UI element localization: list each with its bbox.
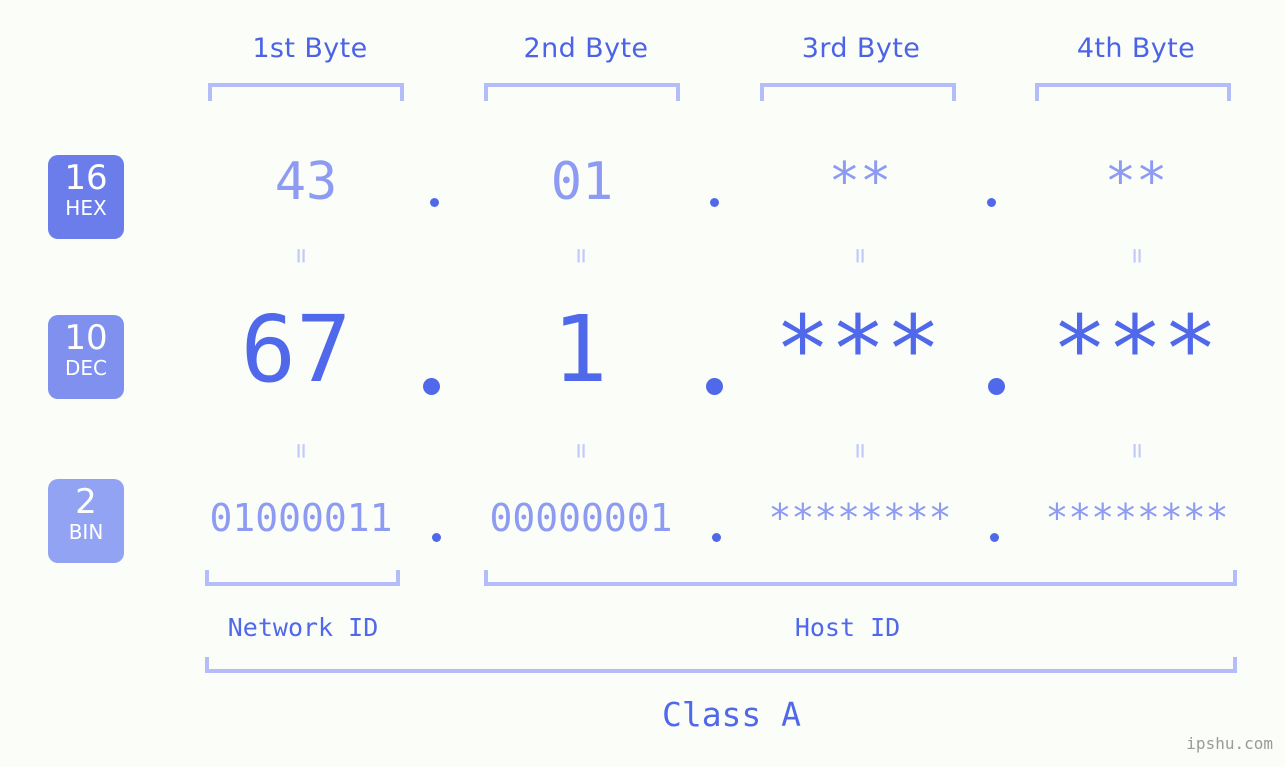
ip-byte-breakdown-diagram: 1st Byte 2nd Byte 3rd Byte 4th Byte 16 H… — [0, 0, 1285, 767]
host-id-label: Host ID — [794, 613, 901, 642]
equals-hex-dec-3: = — [845, 248, 875, 262]
equals-dec-bin-3: = — [845, 443, 875, 457]
byte-header-4: 4th Byte — [1076, 33, 1196, 64]
site-watermark: ipshu.com — [1186, 734, 1273, 753]
host-id-bracket — [484, 570, 1237, 586]
byte-header-bracket-2 — [484, 83, 680, 101]
byte-header-bracket-3 — [760, 83, 956, 101]
bin-byte-3: ******** — [768, 496, 952, 540]
equals-dec-bin-2: = — [566, 443, 596, 457]
bin-byte-4: ******** — [1045, 496, 1229, 540]
dec-byte-4: *** — [1051, 296, 1219, 403]
byte-header-1: 1st Byte — [252, 33, 368, 64]
equals-dec-bin-1: = — [286, 443, 316, 457]
radix-badge-dec[interactable]: 10 DEC — [48, 315, 124, 399]
bin-separator-3 — [990, 533, 999, 542]
class-bracket — [205, 657, 1237, 673]
radix-badge-hex-number: 16 — [64, 158, 108, 198]
hex-separator-1 — [430, 198, 439, 207]
dec-byte-3: *** — [774, 296, 942, 403]
bin-separator-2 — [712, 533, 721, 542]
radix-badge-bin-label: BIN — [68, 520, 104, 544]
bin-separator-1 — [432, 533, 441, 542]
equals-dec-bin-4: = — [1122, 443, 1152, 457]
network-id-bracket — [205, 570, 400, 586]
hex-byte-1: 43 — [274, 152, 338, 212]
hex-separator-2 — [710, 198, 719, 207]
radix-badge-bin-number: 2 — [75, 482, 97, 522]
network-id-label: Network ID — [227, 613, 379, 642]
bin-byte-2: 00000001 — [489, 496, 673, 540]
byte-header-3: 3rd Byte — [801, 33, 921, 64]
hex-byte-3: ** — [828, 152, 892, 212]
dec-byte-1: 67 — [240, 296, 352, 403]
byte-header-bracket-4 — [1035, 83, 1231, 101]
hex-byte-2: 01 — [550, 152, 614, 212]
hex-separator-3 — [987, 198, 996, 207]
dec-separator-1 — [423, 378, 440, 395]
dec-separator-2 — [706, 378, 723, 395]
byte-header-2: 2nd Byte — [523, 33, 649, 64]
equals-hex-dec-1: = — [286, 248, 316, 262]
radix-badge-bin[interactable]: 2 BIN — [48, 479, 124, 563]
dec-separator-3 — [988, 378, 1005, 395]
radix-badge-hex[interactable]: 16 HEX — [48, 155, 124, 239]
radix-badge-hex-label: HEX — [65, 196, 107, 220]
class-label: Class A — [661, 695, 802, 734]
hex-byte-4: ** — [1104, 152, 1168, 212]
equals-hex-dec-4: = — [1122, 248, 1152, 262]
radix-badge-dec-label: DEC — [64, 356, 107, 380]
radix-badge-dec-number: 10 — [64, 318, 108, 358]
bin-byte-1: 01000011 — [209, 496, 393, 540]
byte-header-bracket-1 — [208, 83, 404, 101]
equals-hex-dec-2: = — [566, 248, 596, 262]
dec-byte-2: 1 — [552, 296, 608, 403]
